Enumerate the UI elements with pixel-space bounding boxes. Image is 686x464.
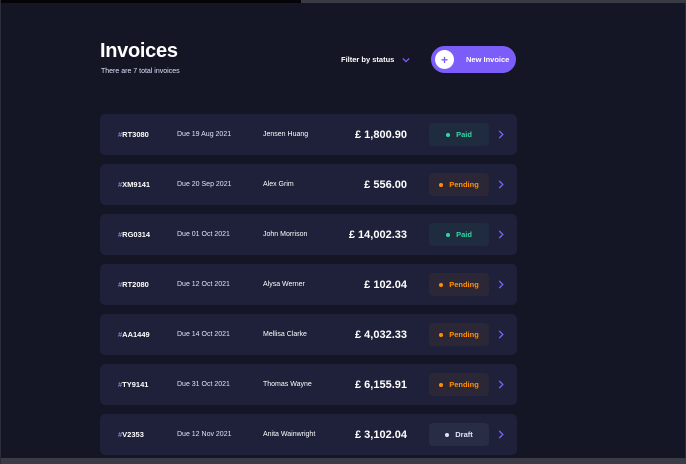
invoice-id: # RT3080 — [118, 114, 149, 155]
invoice-row[interactable]: # XM9141 Due 20 Sep 2021 Alex Grim £ 556.… — [100, 164, 517, 205]
invoice-id: # XM9141 — [118, 164, 150, 205]
invoice-amount: £ 1,800.90 — [355, 128, 407, 141]
status-label: Paid — [456, 130, 472, 139]
chevron-right-icon[interactable] — [498, 230, 504, 239]
invoice-id: # TY9141 — [118, 364, 148, 405]
invoice-amount: £ 14,002.33 — [348, 228, 407, 241]
status-label: Draft — [455, 430, 473, 439]
invoice-due-date: Due 31 Oct 2021 — [177, 381, 230, 388]
invoice-row[interactable]: # RT2080 Due 12 Oct 2021 Alysa Werner £ 1… — [100, 264, 517, 305]
status-label: Pending — [449, 180, 479, 189]
status-dot — [439, 382, 444, 387]
invoice-row[interactable]: # RT3080 Due 19 Aug 2021 Jensen Huang £ 1… — [100, 114, 517, 155]
invoice-due-date: Due 14 Oct 2021 — [177, 331, 230, 338]
invoice-id-value: RG0314 — [122, 230, 151, 239]
invoice-list: # RT3080 Due 19 Aug 2021 Jensen Huang £ 1… — [100, 114, 517, 464]
status-badge: Paid — [429, 123, 489, 146]
new-invoice-button[interactable]: + New Invoice — [431, 46, 516, 73]
invoice-id-value: RT2080 — [122, 280, 149, 289]
top-bar-segment — [1, 0, 301, 3]
invoice-client: Jensen Huang — [263, 131, 309, 138]
chevron-right-icon[interactable] — [498, 330, 504, 339]
status-label: Pending — [449, 280, 479, 289]
invoice-id: # V2353 — [118, 414, 144, 455]
invoice-id-value: TY9141 — [122, 380, 149, 389]
invoice-id: # RT2080 — [118, 264, 149, 305]
invoice-amount: £ 102.04 — [364, 278, 407, 291]
invoice-client: Mellisa Clarke — [263, 331, 307, 338]
status-badge: Pending — [429, 273, 489, 296]
filter-by-status-dropdown[interactable]: Filter by status — [341, 55, 411, 64]
invoice-amount: £ 3,102.04 — [355, 428, 407, 441]
invoice-id-value: V2353 — [122, 430, 144, 439]
status-dot — [445, 432, 450, 437]
status-label: Pending — [449, 330, 479, 339]
invoice-id: # AA1449 — [118, 314, 150, 355]
chevron-right-icon[interactable] — [498, 280, 504, 289]
invoice-client: Thomas Wayne — [263, 381, 312, 388]
chevron-right-icon[interactable] — [498, 430, 504, 439]
status-badge: Draft — [429, 423, 489, 446]
invoice-client: Alysa Werner — [263, 281, 305, 288]
invoice-client: John Morrison — [263, 231, 308, 238]
app-window: Invoices There are 7 total invoices Filt… — [0, 0, 686, 464]
invoice-id: # RG0314 — [118, 214, 150, 255]
invoice-amount: £ 556.00 — [364, 178, 407, 191]
invoice-due-date: Due 12 Oct 2021 — [177, 281, 230, 288]
status-badge: Paid — [429, 223, 489, 246]
status-dot — [446, 232, 451, 237]
plus-icon: + — [435, 50, 454, 69]
invoice-row[interactable]: # V2353 Due 12 Nov 2021 Anita Wainwright… — [100, 414, 517, 455]
invoice-amount: £ 6,155.91 — [355, 378, 407, 391]
invoice-client: Anita Wainwright — [263, 431, 316, 438]
invoice-due-date: Due 19 Aug 2021 — [177, 131, 232, 138]
invoice-client: Alex Grim — [263, 181, 294, 188]
bottom-bar — [1, 458, 686, 464]
chevron-down-icon — [402, 57, 411, 63]
invoice-due-date: Due 12 Nov 2021 — [177, 431, 232, 438]
invoice-row[interactable]: # AA1449 Due 14 Oct 2021 Mellisa Clarke £… — [100, 314, 517, 355]
status-badge: Pending — [429, 323, 489, 346]
invoice-row[interactable]: # TY9141 Due 31 Oct 2021 Thomas Wayne £ 6… — [100, 364, 517, 405]
status-badge: Pending — [429, 373, 489, 396]
invoices-panel: Invoices There are 7 total invoices Filt… — [100, 38, 517, 455]
status-badge: Pending — [429, 173, 489, 196]
status-dot — [439, 182, 444, 187]
invoice-id-value: RT3080 — [122, 130, 149, 139]
invoice-due-date: Due 01 Oct 2021 — [177, 231, 230, 238]
status-label: Pending — [449, 380, 479, 389]
invoice-count: There are 7 total invoices — [101, 68, 180, 75]
invoices-header: Invoices There are 7 total invoices Filt… — [100, 38, 517, 113]
status-dot — [439, 282, 444, 287]
status-dot — [446, 132, 451, 137]
invoice-due-date: Due 20 Sep 2021 — [177, 181, 232, 188]
chevron-right-icon[interactable] — [498, 180, 504, 189]
chevron-right-icon[interactable] — [498, 130, 504, 139]
invoice-id-value: AA1449 — [122, 330, 150, 339]
status-dot — [439, 332, 444, 337]
new-invoice-label: New Invoice — [466, 55, 510, 64]
filter-label: Filter by status — [341, 55, 395, 64]
status-label: Paid — [456, 230, 472, 239]
invoice-row[interactable]: # RG0314 Due 01 Oct 2021 John Morrison £ … — [100, 214, 517, 255]
chevron-right-icon[interactable] — [498, 380, 504, 389]
top-bar — [1, 0, 686, 3]
page-title: Invoices — [100, 40, 178, 62]
invoice-amount: £ 4,032.33 — [355, 328, 407, 341]
invoice-id-value: XM9141 — [122, 180, 151, 189]
